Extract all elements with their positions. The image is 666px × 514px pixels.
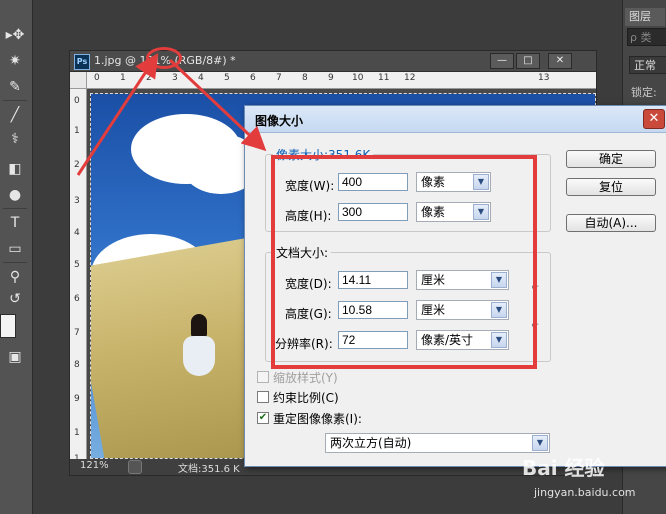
horizontal-ruler[interactable]: 0 1 2 3 4 5 6 7 8 9 10 11 12 13 — [86, 72, 596, 89]
ruler-tick-label: 0 — [94, 73, 100, 83]
ruler-tick-label: 7 — [74, 328, 80, 338]
ruler-tick-label: 0 — [74, 96, 80, 106]
resample-label: 重定图像像素(I): — [273, 412, 362, 426]
ruler-origin[interactable] — [70, 72, 87, 89]
ruler-tick-label: 9 — [328, 73, 334, 83]
ok-button[interactable]: 确定 — [566, 150, 656, 168]
toolbox: ▸✥ ✷ ✎ ╱ ⚕ ◧ ● T ▭ ⚲ ↺ ▣ — [0, 0, 33, 514]
annotation-highlight-box — [271, 155, 537, 369]
status-info-icon[interactable] — [128, 460, 142, 474]
type-icon[interactable]: T — [4, 214, 26, 232]
minimize-button[interactable]: — — [490, 53, 514, 69]
ruler-tick-label: 1 — [120, 73, 126, 83]
ruler-tick-label: 1 — [74, 428, 80, 438]
clone-stamp-icon[interactable]: ⚕ — [4, 130, 26, 148]
toolbox-divider — [3, 262, 27, 263]
resample-method: 两次立方(自动) — [330, 436, 412, 450]
ruler-tick-label: 4 — [198, 73, 204, 83]
ruler-tick-label: 11 — [378, 73, 390, 83]
vertical-ruler[interactable]: 0 1 2 3 4 5 6 7 8 9 1 1 — [70, 72, 87, 460]
ruler-tick-label: 2 — [146, 73, 152, 83]
girl-hair — [191, 314, 207, 338]
blend-mode-select[interactable]: 正常 — [629, 56, 666, 74]
lock-label: 锁定: — [631, 86, 657, 99]
ruler-tick-label: 3 — [172, 73, 178, 83]
constrain-proportions-label: 约束比例(C) — [273, 391, 339, 405]
ruler-tick-label: 10 — [352, 73, 364, 83]
watermark-logo-text: Bai 经验 — [522, 456, 605, 480]
ruler-tick-label: 9 — [74, 394, 80, 404]
ruler-tick-label: 6 — [74, 294, 80, 304]
zoom-level[interactable]: 121% — [80, 460, 109, 471]
screen-mode-icon[interactable]: ▣ — [4, 348, 26, 366]
ruler-tick-label: 8 — [302, 73, 308, 83]
ruler-tick-label: 13 — [538, 73, 550, 83]
ruler-tick-label: 1 — [74, 126, 80, 136]
dialog-titlebar[interactable]: 图像大小 ✕ — [245, 106, 666, 133]
magic-wand-icon[interactable]: ✷ — [4, 52, 26, 70]
girl-figure — [183, 314, 215, 376]
swap-colors-icon[interactable]: ↺ — [4, 290, 26, 308]
move-icon[interactable]: ▸✥ — [4, 26, 26, 44]
brush-icon[interactable]: ╱ — [4, 106, 26, 124]
tab-layers[interactable]: 图层 — [625, 8, 665, 26]
scale-styles-label: 缩放样式(Y) — [273, 371, 338, 385]
document-size-status: 文档:351.6 K — [178, 464, 240, 475]
chevron-down-icon: ▼ — [532, 435, 548, 451]
dodge-icon[interactable]: ● — [4, 186, 26, 204]
layer-search-input[interactable]: ρ 类 — [627, 28, 666, 46]
photoshop-icon: Ps — [74, 54, 90, 70]
eyedropper-icon[interactable]: ✎ — [4, 78, 26, 96]
zoom-icon[interactable]: ⚲ — [4, 268, 26, 286]
girl-dress — [183, 336, 215, 376]
scale-styles-checkbox[interactable] — [257, 371, 269, 383]
watermark-url: jingyan.baidu.com — [534, 486, 636, 499]
ruler-tick-label: 7 — [276, 73, 282, 83]
dialog-title: 图像大小 — [255, 114, 304, 128]
resample-checkbox[interactable]: ✔ — [257, 412, 269, 424]
annotation-circle — [146, 47, 182, 69]
maximize-button[interactable]: □ — [516, 53, 540, 69]
ruler-tick-label: 2 — [74, 160, 80, 170]
ruler-tick-label: 4 — [74, 228, 80, 238]
constrain-proportions-checkbox[interactable] — [257, 391, 269, 403]
ruler-tick-label: 5 — [224, 73, 230, 83]
close-icon[interactable]: ✕ — [643, 109, 665, 129]
resample-method-select[interactable]: 两次立方(自动) ▼ — [325, 433, 550, 453]
ruler-tick-label: 12 — [404, 73, 416, 83]
foreground-color-swatch[interactable] — [0, 314, 16, 338]
ruler-tick-label: 5 — [74, 260, 80, 270]
ruler-tick-label: 6 — [250, 73, 256, 83]
ruler-tick-label: 3 — [74, 196, 80, 206]
reset-button[interactable]: 复位 — [566, 178, 656, 196]
gradient-icon[interactable]: ◧ — [4, 160, 26, 178]
close-window-button[interactable]: ✕ — [548, 53, 572, 69]
shape-icon[interactable]: ▭ — [4, 240, 26, 258]
toolbox-divider — [3, 100, 27, 101]
baidu-watermark: Bai 经验 jingyan.baidu.com — [522, 452, 662, 510]
ruler-tick-label: 8 — [74, 360, 80, 370]
auto-button[interactable]: 自动(A)... — [566, 214, 656, 232]
toolbox-divider — [3, 208, 27, 209]
